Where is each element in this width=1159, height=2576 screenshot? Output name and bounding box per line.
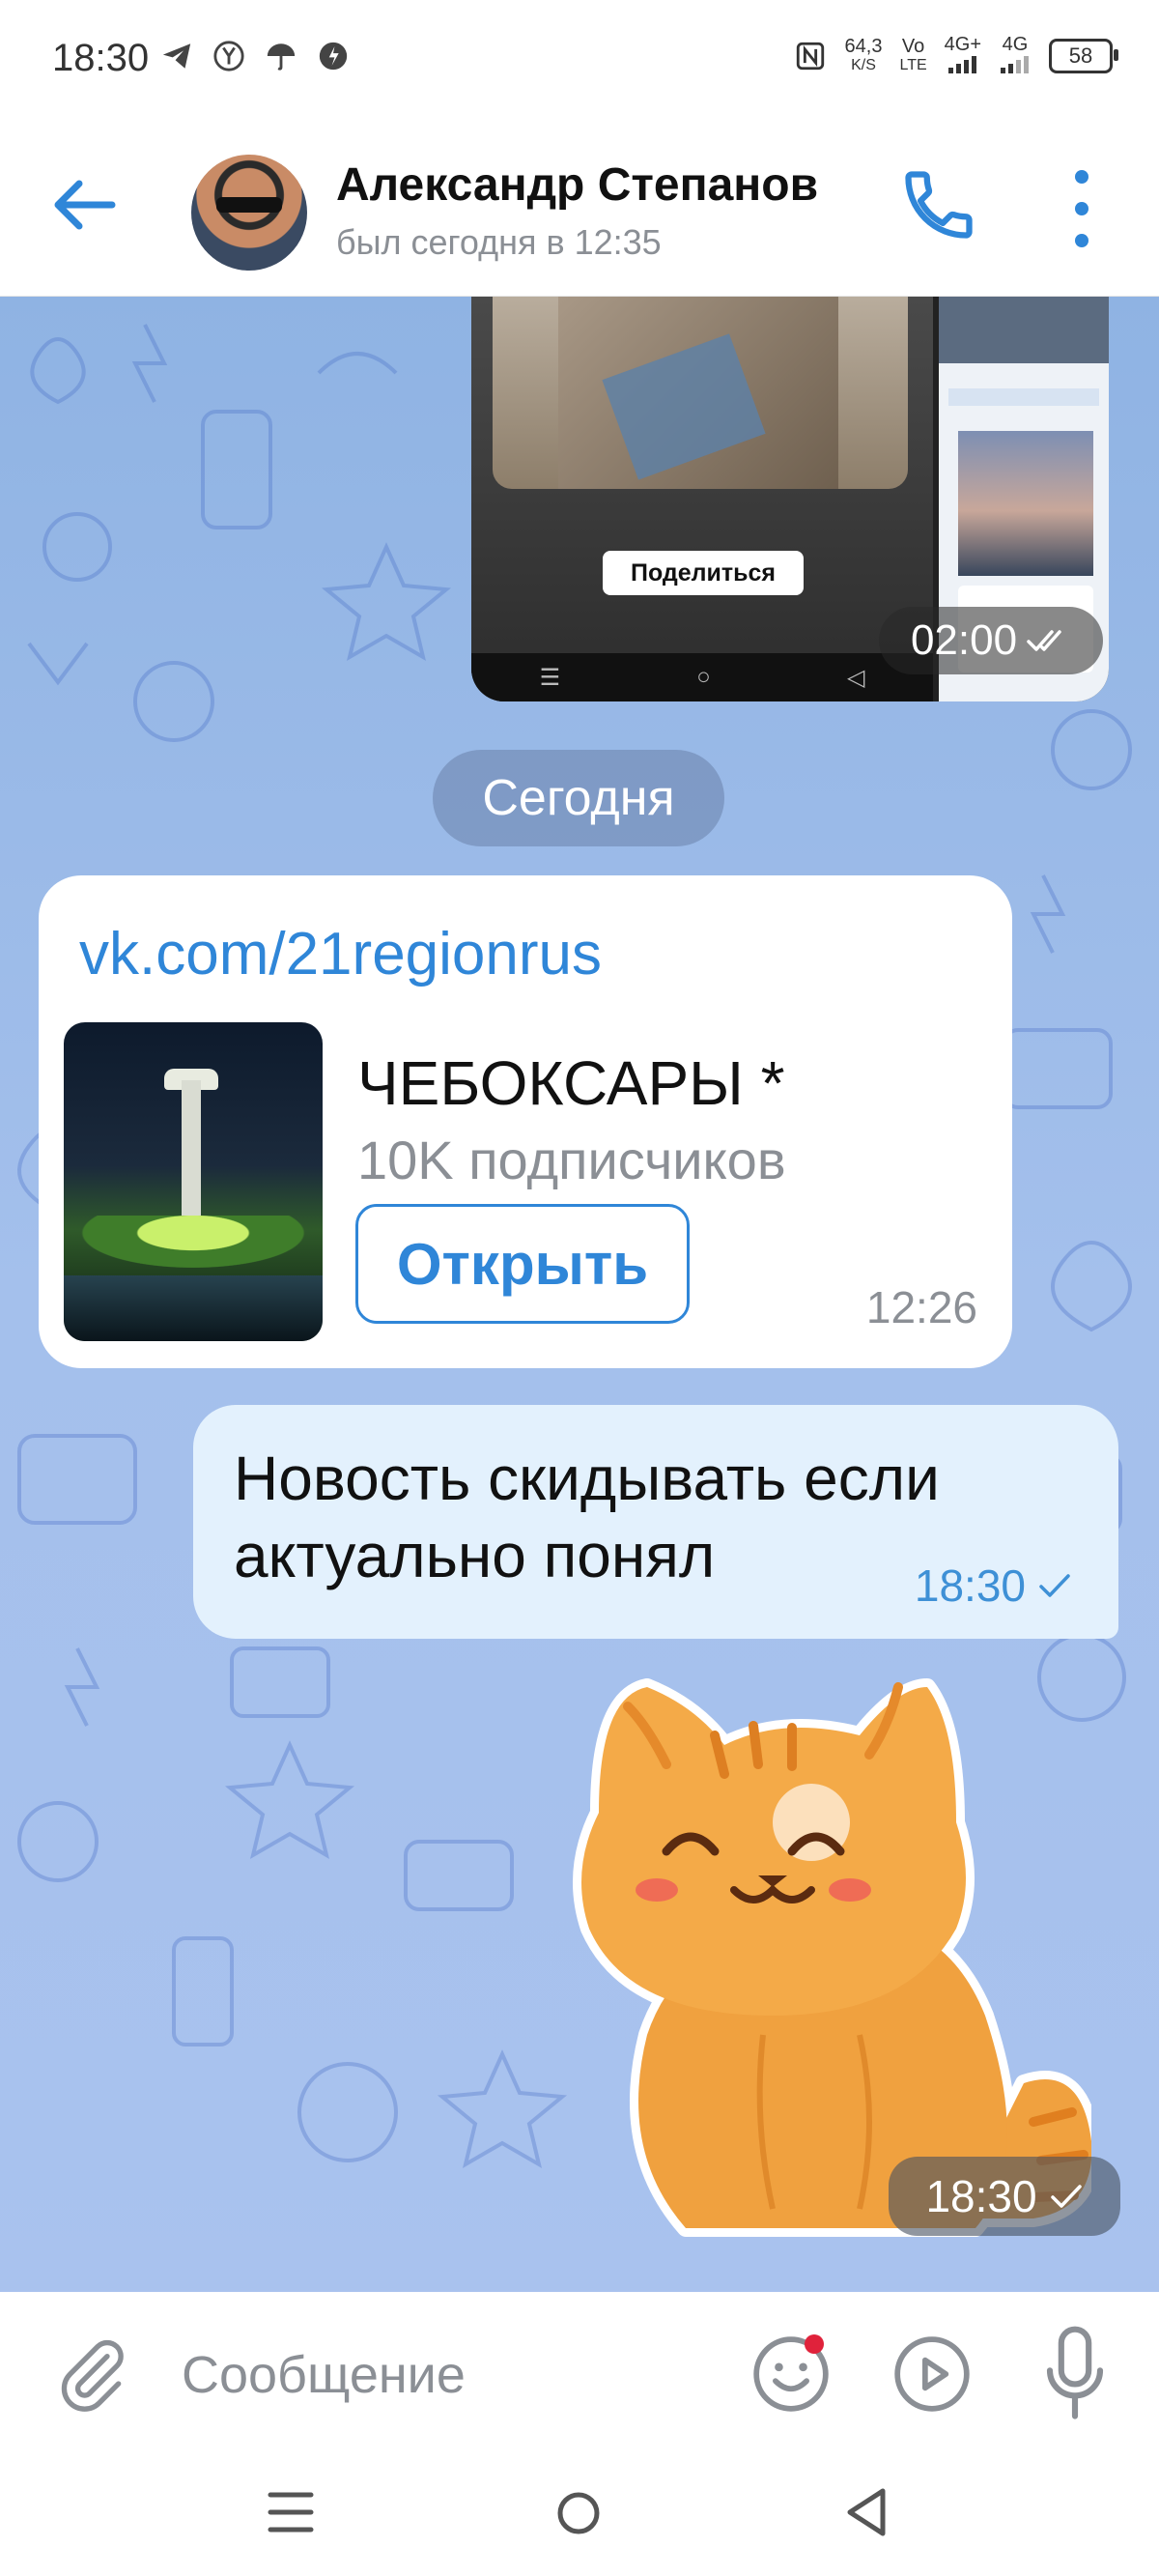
signal-bars-icon [1001, 56, 1029, 73]
nav-menu-icon: ☰ [539, 664, 561, 691]
outgoing-message-meta: 18:30 [915, 1560, 1072, 1612]
volte-bottom: LTE [899, 57, 927, 73]
signal2-label: 4G [1002, 34, 1029, 55]
thumb-monument [182, 1080, 201, 1235]
link-preview-subscribers: 10K подписчиков [357, 1130, 786, 1190]
nav-home-button[interactable] [554, 2489, 603, 2537]
open-button[interactable]: Открыть [355, 1204, 690, 1324]
thumb-lights [64, 1216, 323, 1274]
more-vert-icon [1075, 170, 1088, 184]
link-preview-message[interactable]: vk.com/21regionrus ЧЕБОКСАРЫ * 10K подпи… [39, 875, 1012, 1368]
voice-message-button[interactable] [1041, 2325, 1109, 2425]
back-arrow-icon [54, 180, 116, 230]
battery-indicator: 58 [1049, 39, 1118, 73]
back-button[interactable] [50, 176, 127, 243]
thumb-water [64, 1275, 323, 1341]
nav-home-icon [557, 2492, 600, 2534]
status-system-icons: 64,3 K/S Vo LTE 4G+ 4G 58 [793, 35, 1118, 77]
date-separator: Сегодня [433, 750, 724, 846]
contact-last-seen: был сегодня в 12:35 [336, 222, 662, 262]
net-speed-value: 64,3 [844, 36, 883, 57]
media-photo-card [602, 333, 766, 480]
link-message-time: 12:26 [865, 1282, 977, 1332]
chat-area[interactable]: Поделиться ☰ ○ ◁ 02:00 Сегодня vk.com/21… [0, 296, 1159, 2292]
nav-back-icon: ◁ [846, 664, 865, 691]
status-bar: 18:30 64,3 K/S Vo LTE 4G+ 4G 58 [0, 0, 1159, 116]
check-icon [1050, 2185, 1082, 2208]
contact-name[interactable]: Александр Степанов [336, 158, 818, 212]
media-time-text: 02:00 [910, 616, 1018, 664]
sticker-time-text: 18:30 [925, 2171, 1037, 2221]
more-options-button[interactable] [1060, 170, 1103, 247]
menu-dot [1075, 234, 1088, 247]
status-notification-icons [159, 39, 351, 73]
nfc-icon [793, 39, 828, 73]
media-screenshot-left: Поделиться ☰ ○ ◁ [471, 296, 933, 701]
link-preview-title: ЧЕБОКСАРЫ * [357, 1048, 785, 1118]
volte-indicator: Vo LTE [899, 37, 926, 75]
double-check-icon [1027, 630, 1061, 651]
call-button[interactable] [898, 164, 979, 245]
nav-menu-icon [268, 2492, 314, 2533]
attach-button[interactable] [54, 2331, 131, 2418]
clock-icon [316, 39, 351, 73]
system-navigation-bar [0, 2456, 1159, 2576]
signal1-label: 4G+ [944, 34, 981, 55]
media-timestamp: 02:00 [879, 607, 1103, 674]
microphone-icon [1046, 2326, 1104, 2419]
nav-home-icon: ○ [696, 664, 711, 690]
emoji-unread-dot [805, 2334, 824, 2354]
link-preview-thumbnail[interactable] [64, 1022, 323, 1341]
net-speed: 64,3 K/S [845, 37, 883, 75]
signal-bars-icon [947, 56, 976, 73]
media-right-photo [958, 431, 1093, 576]
check-icon [1039, 1574, 1070, 1597]
nav-back-icon [847, 2488, 886, 2536]
nav-recents-button[interactable] [267, 2485, 315, 2539]
video-message-button[interactable] [890, 2333, 974, 2416]
nav-back-button[interactable] [842, 2485, 890, 2539]
chat-header: Александр Степанов был сегодня в 12:35 [0, 116, 1159, 297]
status-time: 18:30 [52, 37, 150, 79]
message-input[interactable] [180, 2331, 705, 2419]
media-photo [558, 296, 838, 489]
sticker-timestamp: 18:30 [889, 2157, 1120, 2236]
outgoing-message-time: 18:30 [914, 1560, 1026, 1611]
paperclip-icon [61, 2339, 124, 2412]
media-navbar: ☰ ○ ◁ [471, 653, 933, 701]
media-right-top [939, 296, 1109, 363]
signal-sim2: 4G [999, 35, 1032, 77]
signal-sim1: 4G+ [945, 35, 981, 77]
avatar[interactable] [191, 155, 307, 271]
umbrella-icon [264, 39, 298, 73]
avatar-glasses [216, 197, 282, 213]
menu-dot [1075, 202, 1088, 215]
media-right-label [948, 388, 1099, 406]
volte-top: Vo [901, 36, 925, 57]
telegram-icon [159, 39, 194, 73]
phone-icon [905, 171, 973, 239]
yandex-icon [212, 39, 246, 73]
outgoing-message[interactable]: Новость скидывать если актуально понял 1… [193, 1405, 1118, 1639]
link-url[interactable]: vk.com/21regionrus [79, 920, 602, 988]
share-button[interactable]: Поделиться [603, 551, 804, 595]
video-message-icon [894, 2336, 970, 2412]
message-composer [0, 2292, 1159, 2456]
net-speed-unit: K/S [851, 57, 876, 73]
